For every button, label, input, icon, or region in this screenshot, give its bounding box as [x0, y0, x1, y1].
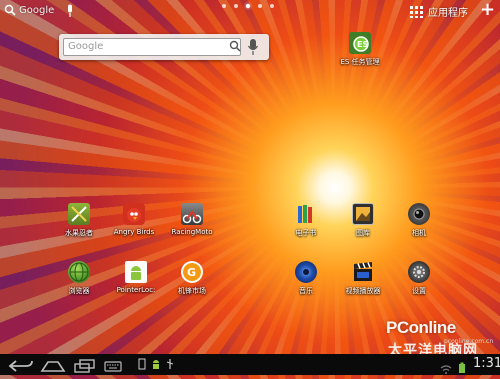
- google-label: Google: [19, 4, 55, 16]
- microphone-icon: [247, 39, 259, 55]
- search-input[interactable]: Google: [63, 38, 241, 56]
- svg-text:G: G: [187, 266, 196, 279]
- back-icon: [8, 360, 33, 372]
- app-label: 机锋市场: [178, 287, 206, 295]
- back-button[interactable]: [8, 358, 34, 377]
- home-button[interactable]: [40, 358, 66, 377]
- app-label: 相机: [412, 229, 426, 237]
- notification-icons: [138, 358, 174, 370]
- app-racing-moto[interactable]: RacingMoto: [162, 203, 222, 236]
- top-bar: Google 应用程序 +: [0, 0, 500, 22]
- market-icon: G: [181, 261, 203, 283]
- app-label: RacingMoto: [171, 228, 213, 236]
- pconline-watermark: PConline pconline.com.cn 太平洋电脑网: [386, 318, 493, 359]
- wifi-icon: [440, 360, 452, 379]
- page-indicator: [222, 4, 274, 8]
- music-speaker-icon: [295, 261, 317, 283]
- android-icon: [125, 261, 147, 283]
- home-icon: [40, 361, 66, 372]
- add-widget-button[interactable]: +: [480, 1, 495, 19]
- page-dot: [270, 4, 274, 8]
- fruit-ninja-icon: [68, 203, 90, 225]
- app-label: Angry Birds: [113, 228, 155, 236]
- app-es-file-manager[interactable]: ES ES 任务管理: [330, 32, 390, 67]
- apps-label: 应用程序: [428, 8, 468, 19]
- page-dot-active: [246, 4, 250, 8]
- recent-apps-button[interactable]: [72, 358, 98, 377]
- voice-search-button[interactable]: [66, 3, 74, 22]
- app-label: PointerLoc:: [116, 286, 156, 294]
- apps-button[interactable]: 应用程序: [410, 4, 468, 19]
- settings-gear-icon: [408, 261, 430, 283]
- app-ebook[interactable]: 电子书: [276, 203, 336, 238]
- usb-icon: [166, 359, 174, 369]
- app-label: 图库: [356, 229, 370, 237]
- gallery-icon: [352, 203, 374, 225]
- app-gallery[interactable]: 图库: [333, 203, 393, 238]
- clapperboard-icon: [352, 261, 374, 283]
- app-label: 设置: [412, 287, 426, 295]
- plus-icon: +: [480, 0, 496, 20]
- page-dot: [222, 4, 226, 8]
- app-label: 音乐: [299, 287, 313, 295]
- notification-icon: [138, 358, 146, 370]
- racing-moto-icon: [181, 203, 203, 225]
- page-dot: [258, 4, 262, 8]
- search-icon: [229, 40, 241, 52]
- apps-grid-icon: [410, 5, 423, 18]
- app-label: 浏览器: [68, 287, 90, 295]
- recent-apps-icon: [74, 359, 95, 373]
- keyboard-icon: [104, 361, 122, 372]
- svg-text:ES: ES: [357, 40, 368, 49]
- app-fruit-ninja[interactable]: 水果忍者: [49, 203, 109, 238]
- watermark-brand: PConline: [386, 318, 456, 337]
- usb-android-icon: [153, 360, 159, 369]
- microphone-icon: [68, 4, 72, 17]
- app-pointer-location[interactable]: PointerLoc:: [106, 261, 166, 294]
- clock[interactable]: 1:31: [473, 356, 500, 371]
- app-label: 视频播放器: [345, 287, 381, 295]
- app-angry-birds[interactable]: Angry Birds: [104, 203, 164, 236]
- app-camera[interactable]: 相机: [389, 203, 449, 238]
- es-file-manager-icon: ES: [349, 32, 371, 54]
- app-settings[interactable]: 设置: [389, 261, 449, 296]
- browser-globe-icon: [68, 261, 90, 283]
- google-search-widget: Google: [59, 34, 269, 60]
- app-label: 电子书: [295, 229, 317, 237]
- angry-birds-icon: [123, 203, 145, 225]
- search-icon: [4, 4, 16, 16]
- google-search-shortcut[interactable]: Google: [4, 4, 54, 16]
- app-browser[interactable]: 浏览器: [49, 261, 109, 296]
- app-video-player[interactable]: 视频播放器: [333, 261, 393, 296]
- app-market[interactable]: G 机锋市场: [162, 261, 222, 296]
- search-placeholder: Google: [68, 41, 104, 52]
- app-label: 水果忍者: [65, 229, 93, 237]
- keyboard-button[interactable]: [104, 358, 122, 377]
- camera-icon: [408, 203, 430, 225]
- app-label: ES 任务管理: [340, 58, 380, 66]
- system-navigation-bar: 1:31: [0, 354, 500, 375]
- voice-search-button[interactable]: [247, 38, 259, 60]
- app-music[interactable]: 音乐: [276, 261, 336, 296]
- ebook-icon: [295, 203, 317, 225]
- battery-icon: [458, 359, 466, 378]
- page-dot: [234, 4, 238, 8]
